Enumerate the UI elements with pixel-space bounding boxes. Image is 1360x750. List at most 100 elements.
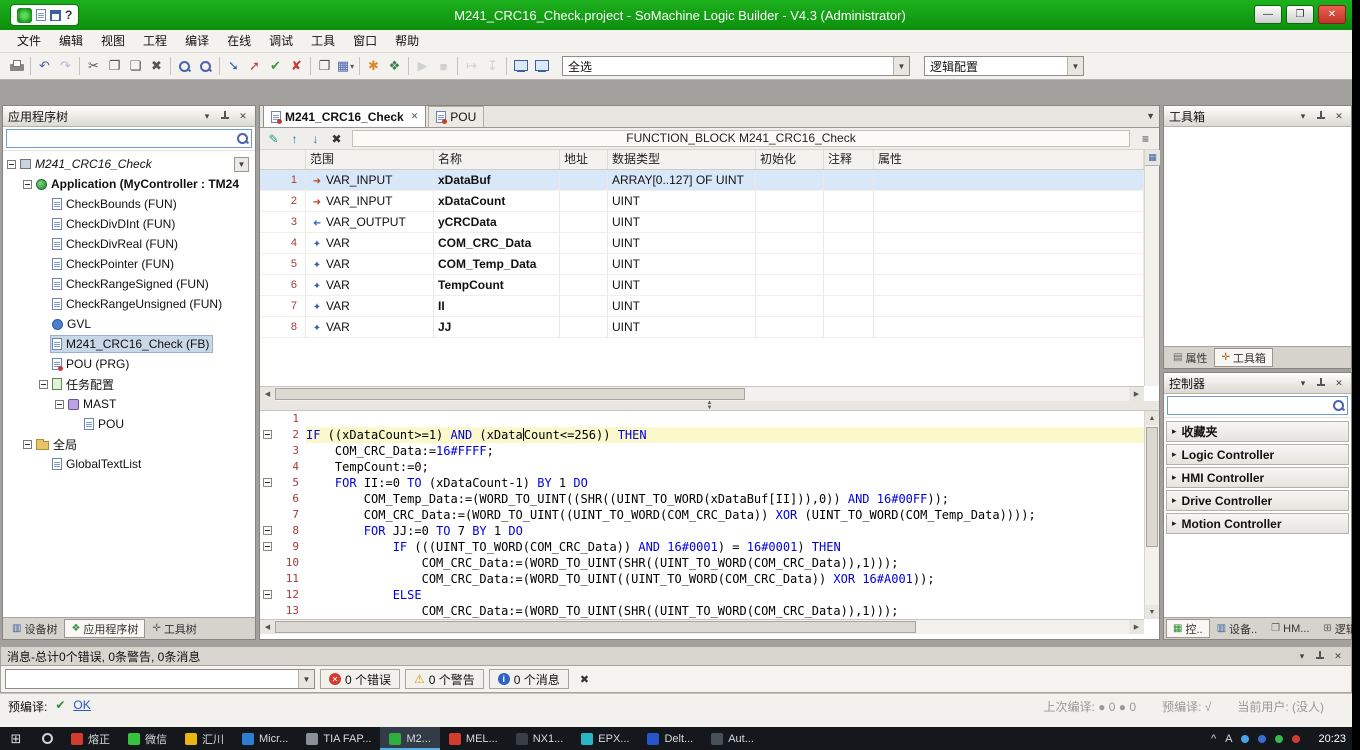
code-line[interactable]: 5 FOR II:=0 TO (xDataCount-1) BY 1 DO	[260, 475, 1144, 491]
fold-marker-icon[interactable]	[263, 542, 272, 551]
find-replace-icon[interactable]	[195, 55, 216, 77]
menu-item[interactable]: 调试	[260, 30, 302, 53]
code-line[interactable]: 13 COM_CRC_Data:=(WORD_TO_UINT(SHR((UINT…	[260, 603, 1144, 619]
dock-tab[interactable]: ▤属性	[1166, 348, 1214, 367]
dock-tab[interactable]: ✛工具箱	[1214, 348, 1272, 367]
code-line[interactable]: 2IF ((xDataCount>=1) AND (xDataCount<=25…	[260, 427, 1144, 443]
tree-item[interactable]: 全局	[3, 434, 255, 454]
decl-row[interactable]: 4✦VARCOM_CRC_DataUINT	[260, 233, 1144, 254]
move-up-icon[interactable]: ↑	[285, 130, 304, 148]
menu-item[interactable]: 文件	[8, 30, 50, 53]
close-panel-icon[interactable]: ✕	[1332, 109, 1346, 123]
paste-icon[interactable]: ❏	[125, 55, 146, 77]
decl-row[interactable]: 7✦VARIIUINT	[260, 296, 1144, 317]
menu-item[interactable]: 编辑	[50, 30, 92, 53]
controller-category[interactable]: ▸HMI Controller	[1166, 467, 1349, 488]
save-icon[interactable]	[50, 10, 61, 21]
fold-marker-icon[interactable]	[263, 430, 272, 439]
controller-category[interactable]: ▸Motion Controller	[1166, 513, 1349, 534]
dock-tab[interactable]: ▥设备树	[5, 619, 64, 638]
tree-expander-icon[interactable]	[55, 400, 64, 409]
messages-filter-button[interactable]: i 0 个消息	[489, 669, 569, 689]
tray-expand-icon[interactable]: ^	[1211, 733, 1216, 745]
undo-icon[interactable]: ↶	[34, 55, 55, 77]
tree-expander-icon[interactable]	[7, 160, 16, 169]
taskbar-app[interactable]: M2...	[380, 727, 439, 750]
tree-item[interactable]: POU (PRG)	[3, 354, 255, 374]
clean-icon[interactable]: ✘	[286, 55, 307, 77]
tree-item[interactable]: 任务配置	[3, 374, 255, 394]
code-line[interactable]: 11 COM_CRC_Data:=(WORD_TO_UINT((UINT_TO_…	[260, 571, 1144, 587]
scroll-right-icon[interactable]: ▶	[1129, 620, 1144, 634]
fold-marker-icon[interactable]	[263, 478, 272, 487]
tree-root-caret-icon[interactable]: ▼	[234, 157, 249, 172]
taskbar-app[interactable]: 微信	[119, 727, 176, 750]
dock-tab[interactable]: ❖应用程序树	[64, 619, 145, 638]
taskbar-app[interactable]: Micr...	[233, 727, 297, 750]
taskbar-app[interactable]: EPX...	[572, 727, 638, 750]
pin-icon[interactable]	[1314, 376, 1328, 390]
decl-row[interactable]: 8✦VARJJUINT	[260, 317, 1144, 338]
editor-tab[interactable]: POU	[428, 106, 484, 127]
monitor2-icon[interactable]	[531, 55, 552, 77]
start-button[interactable]: ⊞	[0, 727, 32, 750]
pin-icon[interactable]	[1314, 109, 1328, 123]
dock-tab[interactable]: ❐HM...	[1264, 619, 1316, 638]
tree-item[interactable]: CheckDivDInt (FUN)	[3, 214, 255, 234]
decl-view-toggle-icon[interactable]: ▦	[1145, 150, 1160, 166]
sort-icon[interactable]: ≡	[1136, 130, 1155, 148]
combo-caret-icon[interactable]: ▼	[298, 670, 314, 688]
decl-row[interactable]: 1➜VAR_INPUTxDataBufARRAY[0..127] OF UINT	[260, 170, 1144, 191]
monitor1-icon[interactable]	[510, 55, 531, 77]
pin-icon[interactable]	[218, 109, 232, 123]
taskbar-app[interactable]: 汇川	[176, 727, 233, 750]
taskbar-app[interactable]: TIA FAP...	[297, 727, 380, 750]
editor-splitter[interactable]: ▲▼	[260, 401, 1159, 411]
combo-caret-icon[interactable]: ▼	[893, 57, 909, 75]
logout-icon[interactable]: ➚	[244, 55, 265, 77]
decl-row[interactable]: 6✦VARTempCountUINT	[260, 275, 1144, 296]
taskbar-app[interactable]: Delt...	[638, 727, 702, 750]
refactor-icon[interactable]: ✱	[363, 55, 384, 77]
close-button[interactable]: ✕	[1318, 5, 1346, 24]
code-line[interactable]: 6 COM_Temp_Data:=(WORD_TO_UINT((SHR((UIN…	[260, 491, 1144, 507]
pin-icon[interactable]	[1313, 649, 1327, 663]
login-icon[interactable]: ➘	[223, 55, 244, 77]
dock-caret-icon[interactable]: ▾	[200, 109, 214, 123]
tree-item[interactable]: POU	[3, 414, 255, 434]
code-line[interactable]: 12 ELSE	[260, 587, 1144, 603]
decl-row[interactable]: 5✦VARCOM_Temp_DataUINT	[260, 254, 1144, 275]
scroll-left-icon[interactable]: ◀	[260, 620, 275, 634]
controller-search-input[interactable]	[1170, 398, 1332, 413]
menu-item[interactable]: 工具	[302, 30, 344, 53]
decl-row[interactable]: 2➜VAR_INPUTxDataCountUINT	[260, 191, 1144, 212]
menu-item[interactable]: 窗口	[344, 30, 386, 53]
status-green-icon[interactable]	[1275, 735, 1283, 743]
tree-item[interactable]: MAST	[3, 394, 255, 414]
scroll-down-icon[interactable]: ▼	[1145, 605, 1159, 619]
close-tab-icon[interactable]: ✕	[411, 111, 419, 122]
controller-category[interactable]: ▸Drive Controller	[1166, 490, 1349, 511]
code-vscrollbar[interactable]: ▲ ▼	[1144, 411, 1159, 619]
code-line[interactable]: 7 COM_CRC_Data:=(WORD_TO_UINT((UINT_TO_W…	[260, 507, 1144, 523]
fold-marker-icon[interactable]	[263, 526, 272, 535]
scroll-right-icon[interactable]: ▶	[1129, 387, 1144, 401]
copy-icon[interactable]: ❐	[104, 55, 125, 77]
network-icon[interactable]	[1241, 735, 1249, 743]
restore-button[interactable]: ❐	[1286, 5, 1314, 24]
taskbar-app[interactable]: Aut...	[702, 727, 763, 750]
code-line[interactable]: 3 COM_CRC_Data:=16#FFFF;	[260, 443, 1144, 459]
code-line[interactable]: 10 COM_CRC_Data:=(WORD_TO_UINT(SHR((UINT…	[260, 555, 1144, 571]
delete-icon[interactable]: ✖	[146, 55, 167, 77]
code-line[interactable]: 8 FOR JJ:=0 TO 7 BY 1 DO	[260, 523, 1144, 539]
move-down-icon[interactable]: ↓	[306, 130, 325, 148]
minimize-button[interactable]: —	[1254, 5, 1282, 24]
status-red-icon[interactable]	[1292, 735, 1300, 743]
fold-marker-icon[interactable]	[263, 590, 272, 599]
tree-item[interactable]: GVL	[3, 314, 255, 334]
close-panel-icon[interactable]: ✕	[1332, 376, 1346, 390]
taskbar-search-button[interactable]	[32, 727, 62, 750]
menu-item[interactable]: 工程	[134, 30, 176, 53]
tree-item[interactable]: Application (MyController : TM24	[3, 174, 255, 194]
controller-category[interactable]: ▸收藏夹	[1166, 421, 1349, 442]
